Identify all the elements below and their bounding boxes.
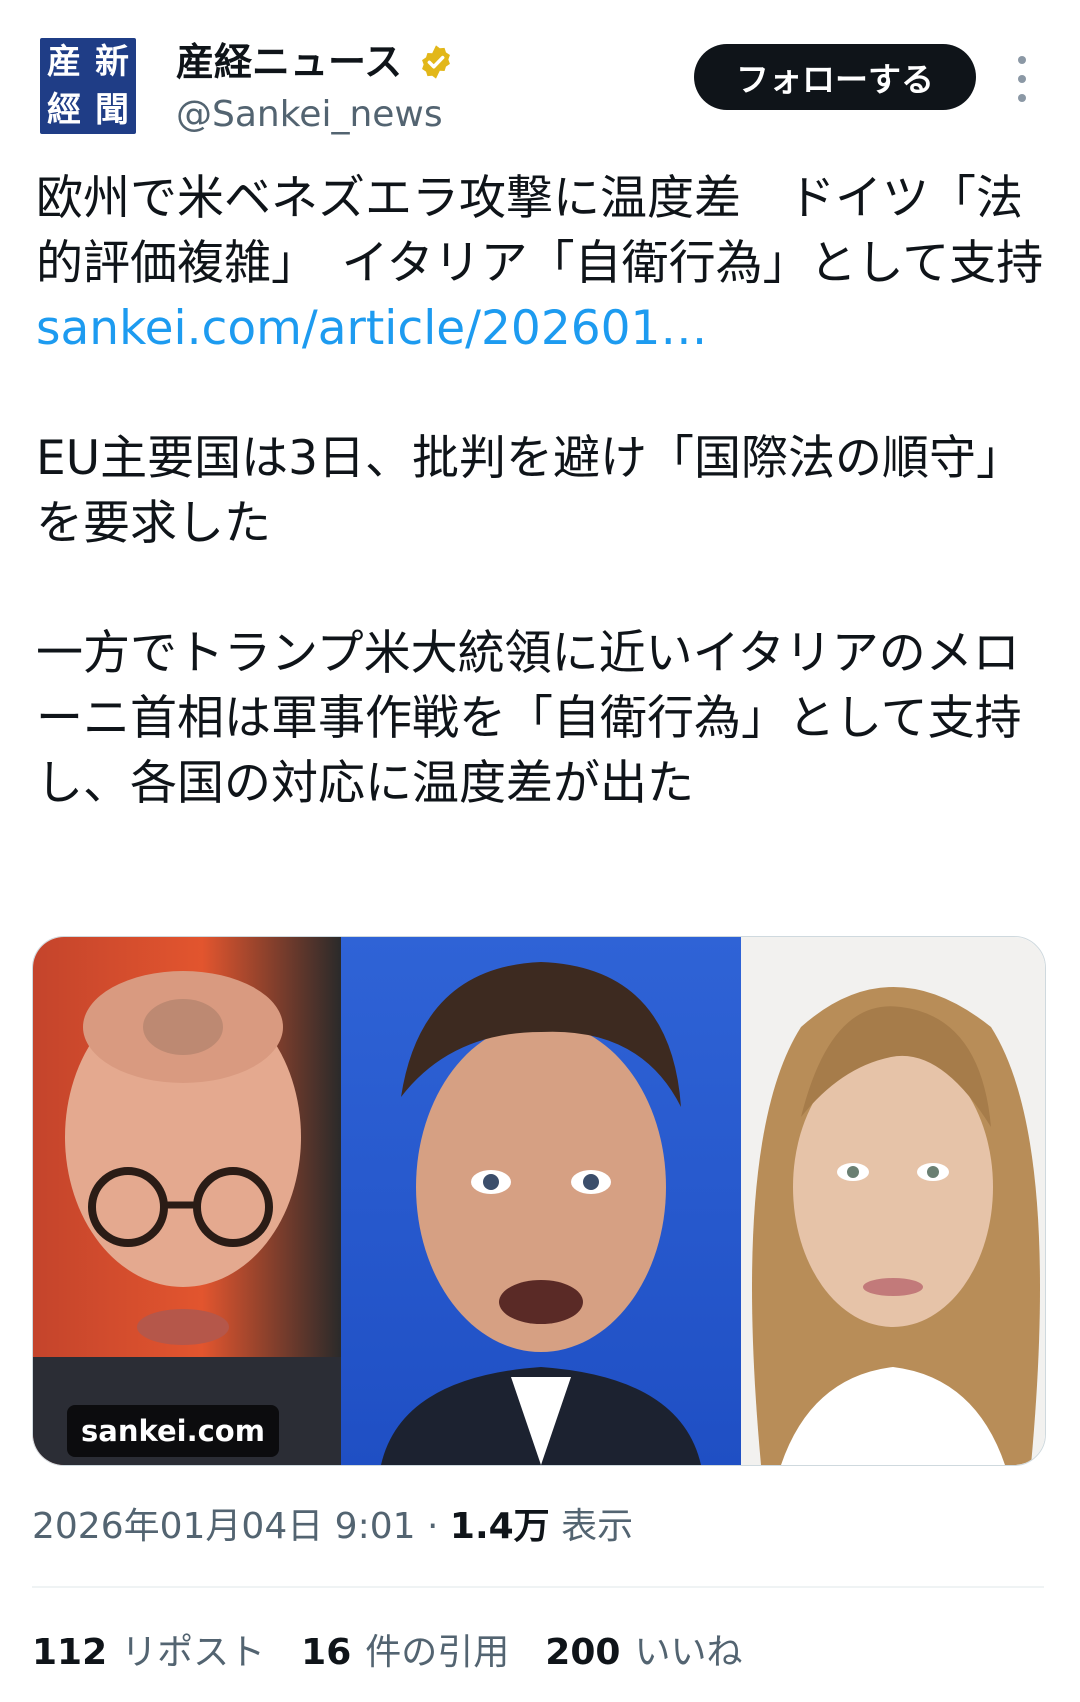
tweet-timestamp[interactable]: 2026年01月04日 9:01 (32, 1506, 416, 1547)
quotes-count: 16 (301, 1632, 352, 1673)
engagement-stats: 112 リポスト 16 件の引用 200 いいね (32, 1628, 742, 1678)
portrait-illustration (33, 971, 341, 1465)
tweet-text: 欧州で米ベネズエラ攻撃に温度差 ドイツ「法的評価複雑」 イタリア「自衛行為」とし… (36, 166, 1046, 816)
portrait-illustration (381, 962, 701, 1465)
handle[interactable]: @Sankei_news (176, 90, 455, 140)
reposts-label: リポスト (121, 1632, 266, 1673)
verified-badge-icon (422, 45, 451, 79)
author-block: 産経ニュース @Sankei_news (176, 36, 455, 140)
tweet-paragraph: EU主要国は3日、批判を避け「国際法の順守」を要求した (36, 431, 1023, 551)
quotes-stat[interactable]: 16 件の引用 (301, 1628, 509, 1678)
more-vertical-icon[interactable] (1012, 56, 1032, 102)
media-domain-badge: sankei.com (67, 1405, 279, 1457)
link-card-image[interactable]: sankei.com (32, 936, 1046, 1466)
meta-separator: · (426, 1506, 439, 1547)
portrait-illustration (752, 987, 1040, 1465)
divider (32, 1586, 1044, 1588)
photo-panel-left: sankei.com (33, 937, 341, 1465)
follow-button[interactable]: フォローする (694, 44, 976, 110)
avatar-char: 經 (47, 90, 81, 130)
avatar-char: 新 (95, 42, 129, 82)
avatar-char: 聞 (95, 90, 129, 130)
likes-count: 200 (545, 1632, 621, 1673)
avatar-char: 産 (47, 42, 81, 82)
tweet-header: 産 新 經 聞 産経ニュース @Sankei_news フォローする (0, 0, 1080, 150)
photo-panel-center (341, 937, 741, 1465)
photo-panel-right (741, 937, 1045, 1465)
views-count: 1.4万 (449, 1506, 550, 1547)
tweet-meta: 2026年01月04日 9:01 · 1.4万 表示 (32, 1502, 633, 1552)
display-name[interactable]: 産経ニュース (176, 36, 402, 88)
likes-stat[interactable]: 200 いいね (545, 1628, 742, 1678)
reposts-count: 112 (32, 1632, 108, 1673)
avatar[interactable]: 産 新 經 聞 (40, 38, 136, 134)
tweet-paragraph: 一方でトランプ米大統領に近いイタリアのメローニ首相は軍事作戦を「自衛行為」として… (36, 626, 1022, 811)
reposts-stat[interactable]: 112 リポスト (32, 1628, 265, 1678)
likes-label: いいね (634, 1632, 743, 1673)
quotes-label: 件の引用 (365, 1632, 510, 1673)
article-link[interactable]: sankei.com/article/202601… (36, 296, 1046, 361)
tweet-headline: 欧州で米ベネズエラ攻撃に温度差 ドイツ「法的評価複雑」 イタリア「自衛行為」とし… (36, 171, 1044, 291)
views-label: 表示 (561, 1506, 634, 1547)
